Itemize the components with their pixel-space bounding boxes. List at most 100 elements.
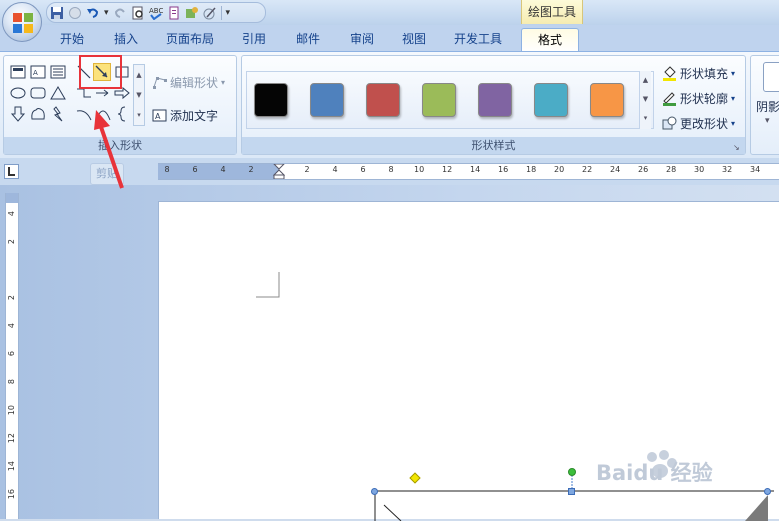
image-box-shape-icon[interactable] <box>50 64 66 80</box>
change-shape-button[interactable]: 更改形状 ▾ <box>662 115 735 132</box>
ruler-number: 16 <box>498 165 509 174</box>
lightning-shape-icon[interactable] <box>50 106 66 122</box>
drawing-tools-context-label: 绘图工具 <box>521 0 583 24</box>
edit-shape-dropdown-icon: ▾ <box>221 78 226 87</box>
add-text-button[interactable]: A 添加文字 <box>152 107 218 124</box>
ruler-number: 2 <box>7 295 16 301</box>
gallery-up-icon[interactable]: ▲ <box>134 65 144 85</box>
ruler-number: 12 <box>442 165 453 174</box>
spelling-icon[interactable]: ABC <box>149 6 163 20</box>
vertical-ruler[interactable]: 4 2 2 4 6 8 10 12 14 16 <box>5 193 19 519</box>
shape-fill-dropdown-icon: ▾ <box>731 69 736 78</box>
style-swatch-blue[interactable] <box>310 83 344 117</box>
ruler-number: 16 <box>7 489 16 500</box>
shadow-dropdown-icon[interactable]: ▾ <box>765 116 770 126</box>
vertical-text-box-shape-icon[interactable]: A <box>30 64 46 80</box>
ruler-number: 10 <box>414 165 425 174</box>
style-swatch-red[interactable] <box>366 83 400 117</box>
undo-icon[interactable] <box>86 6 100 20</box>
svg-text:A: A <box>155 112 161 121</box>
tab-format[interactable]: 格式 <box>521 28 579 52</box>
style-swatch-black[interactable] <box>254 83 288 117</box>
sizing-handle[interactable] <box>568 488 575 495</box>
shape-outline-dropdown-icon: ▾ <box>731 94 736 103</box>
ruler-number: 18 <box>526 165 537 174</box>
styles-gallery-scroll[interactable]: ▲ ▼ ▾ <box>639 71 651 129</box>
customize-qat-icon[interactable]: ▾ <box>226 8 231 18</box>
tab-view[interactable]: 视图 <box>392 28 436 52</box>
style-swatch-orange[interactable] <box>590 83 624 117</box>
circle-icon[interactable] <box>68 6 82 20</box>
top-margin-area <box>6 193 18 203</box>
ruler-number: 34 <box>750 165 761 174</box>
tab-selector-button[interactable] <box>4 164 19 179</box>
ruler-number: 4 <box>7 323 16 329</box>
change-shape-dropdown-icon: ▾ <box>731 119 736 128</box>
shape-fill-label: 形状填充 <box>680 67 729 81</box>
insert-picture-icon[interactable] <box>185 6 199 20</box>
ruler-number: 10 <box>7 405 16 416</box>
sizing-handle[interactable] <box>764 488 771 495</box>
curve-shape-icon[interactable] <box>76 106 92 122</box>
quick-access-toolbar: ▾ ABC ▾ <box>50 3 230 23</box>
styles-up-icon[interactable]: ▲ <box>640 71 651 90</box>
style-swatch-purple[interactable] <box>478 83 512 117</box>
ruler-number: 4 <box>332 165 338 174</box>
edit-shape-button[interactable]: 编辑形状 ▾ <box>152 74 225 91</box>
oval-shape-icon[interactable] <box>10 85 26 101</box>
style-swatch-green[interactable] <box>422 83 456 117</box>
shapes-gallery-scroll[interactable]: ▲ ▼ ▾ <box>133 64 145 126</box>
indent-marker-icon[interactable] <box>273 164 285 179</box>
down-arrow-shape-icon[interactable] <box>10 106 26 122</box>
add-text-icon: A <box>152 109 167 122</box>
tab-review[interactable]: 审阅 <box>340 28 384 52</box>
tab-developer[interactable]: 开发工具 <box>444 28 512 52</box>
pencil-outline-icon <box>663 92 676 106</box>
flowchart-shape-icon[interactable] <box>30 106 46 122</box>
styles-more-icon[interactable]: ▾ <box>640 109 651 128</box>
left-tab-icon <box>8 167 15 176</box>
ribbon-tab-strip: 开始 插入 页面布局 引用 邮件 审阅 视图 开发工具 格式 <box>0 25 779 52</box>
shape-fill-button[interactable]: 形状填充 ▾ <box>662 65 735 82</box>
gallery-more-icon[interactable]: ▾ <box>134 105 144 125</box>
triangle-shape-icon[interactable] <box>50 85 66 101</box>
gallery-down-icon[interactable]: ▼ <box>134 85 144 105</box>
shape-styles-group-label: 形状样式 <box>242 137 745 154</box>
ink-icon[interactable] <box>203 6 217 20</box>
shape-outline-label: 形状轮廓 <box>680 92 729 106</box>
dialog-launcher-icon[interactable]: ↘ <box>733 143 742 152</box>
ruler-number: 14 <box>7 461 16 472</box>
ruler-number: 28 <box>666 165 677 174</box>
rotation-handle[interactable] <box>568 468 576 476</box>
redo-icon[interactable] <box>113 6 127 20</box>
horizontal-ruler[interactable]: 8 6 4 2 2 4 6 8 10 12 14 16 18 20 22 24 … <box>158 163 779 180</box>
style-swatch-aqua[interactable] <box>534 83 568 117</box>
save-icon[interactable] <box>50 6 64 20</box>
shadow-effects-icon[interactable] <box>763 62 779 92</box>
styles-down-icon[interactable]: ▼ <box>640 90 651 109</box>
undo-dropdown-icon[interactable]: ▾ <box>104 8 109 18</box>
print-preview-icon[interactable] <box>131 6 145 20</box>
shadow-effects-label[interactable]: 阴影 <box>756 98 779 115</box>
ruler-number: 32 <box>722 165 733 174</box>
ruler-number: 12 <box>7 433 16 444</box>
rounded-rectangle-shape-icon[interactable] <box>30 85 46 101</box>
ruler-number: 14 <box>470 165 481 174</box>
ruler-number: 22 <box>582 165 593 174</box>
watermark-text: Baidu 经验 <box>596 461 713 485</box>
change-shape-label: 更改形状 <box>680 117 729 131</box>
sizing-handle[interactable] <box>371 488 378 495</box>
tab-mailings[interactable]: 邮件 <box>286 28 330 52</box>
tab-page-layout[interactable]: 页面布局 <box>158 28 222 52</box>
office-button[interactable] <box>2 2 42 42</box>
group-shadow-effects: 阴影 ▾ <box>750 55 779 155</box>
text-box-shape-icon[interactable] <box>10 64 26 80</box>
text-boundary-corner <box>256 272 280 298</box>
ruler-number: 30 <box>694 165 705 174</box>
tab-home[interactable]: 开始 <box>50 28 94 52</box>
document-icon[interactable] <box>167 6 181 20</box>
shape-outline-button[interactable]: 形状轮廓 ▾ <box>662 90 735 107</box>
ruler-number: 24 <box>610 165 621 174</box>
tab-references[interactable]: 引用 <box>232 28 276 52</box>
tab-insert[interactable]: 插入 <box>104 28 148 52</box>
